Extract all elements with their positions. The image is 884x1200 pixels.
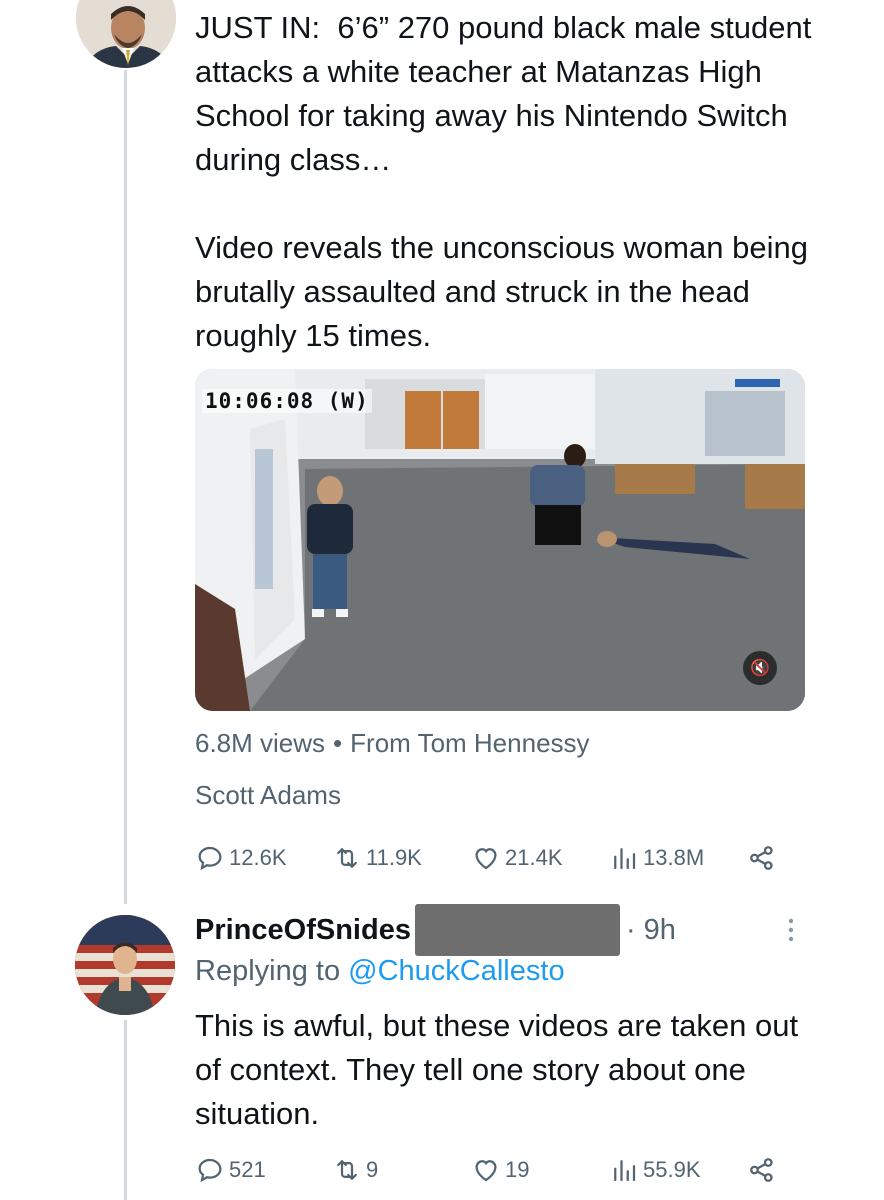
reply-analytics-button[interactable]: 55.9K — [609, 1150, 701, 1190]
reply-display-name[interactable]: PrinceOfSnides — [195, 914, 411, 947]
speaker-muted-icon[interactable]: 🔇 — [743, 651, 777, 685]
view-count: 6.8M views — [195, 728, 326, 758]
reply-author-avatar[interactable] — [75, 915, 175, 1015]
tweet-thread: JUST IN: 6’6” 270 pound black male stude… — [0, 0, 884, 1200]
analytics-icon — [614, 848, 636, 870]
replying-to-label: Replying to — [195, 955, 341, 987]
comment-icon — [198, 846, 222, 871]
reply-like-button[interactable]: 19 — [471, 1150, 529, 1190]
views-line: 6.8M views • From Tom Hennessy — [195, 728, 590, 759]
reply-reply-count: 521 — [229, 1157, 266, 1182]
video-frame — [195, 369, 805, 711]
comment-icon — [198, 1158, 222, 1183]
share-icon — [750, 1158, 773, 1182]
reply-retweet-count: 9 — [366, 1157, 379, 1182]
video-player[interactable]: 10:06:08 (W) 🔇 — [195, 369, 805, 711]
tweet-text: JUST IN: 6’6” 270 pound black male stude… — [195, 10, 812, 353]
reply-reply-button[interactable]: 521 — [195, 1150, 266, 1190]
redacted-handle — [414, 904, 620, 956]
share-button[interactable] — [747, 838, 777, 878]
tweet-actions: 12.6K 11.9K 21.4K 13.8M — [195, 838, 795, 878]
retweet-icon — [337, 1160, 357, 1180]
video-timestamp: 10:06:08 (W) — [202, 389, 372, 413]
quoted-author[interactable]: Scott Adams — [195, 780, 341, 811]
replying-to-handle[interactable]: @ChuckCallesto — [348, 955, 564, 987]
video-source-link[interactable]: From Tom Hennessy — [350, 728, 589, 758]
reply-header: PrinceOfSnides · 9h — [195, 904, 676, 956]
reply-count: 12.6K — [229, 845, 287, 870]
reply-text: This is awful, but these videos are take… — [195, 1008, 807, 1131]
like-button[interactable]: 21.4K — [471, 838, 563, 878]
thread-connector-line-bottom — [124, 1020, 127, 1200]
reply-actions: 521 9 19 55.9K — [195, 1150, 795, 1190]
reply-button[interactable]: 12.6K — [195, 838, 287, 878]
like-count: 21.4K — [505, 845, 563, 870]
view-stat-count: 13.8M — [643, 845, 705, 870]
heart-icon — [475, 848, 497, 870]
share-icon — [750, 846, 773, 870]
replying-to-line: Replying to @ChuckCallesto — [195, 955, 565, 988]
retweet-button[interactable]: 11.9K — [332, 838, 422, 878]
analytics-button[interactable]: 13.8M — [609, 838, 704, 878]
reply-view-count: 55.9K — [643, 1157, 701, 1182]
heart-icon — [475, 1160, 497, 1182]
reply-timestamp[interactable]: · 9h — [626, 914, 676, 947]
separator-dot: • — [333, 728, 343, 758]
reply-share-button[interactable] — [747, 1150, 777, 1190]
reply-retweet-button[interactable]: 9 — [332, 1150, 378, 1190]
author-avatar[interactable] — [76, 0, 176, 68]
more-icon[interactable] — [781, 914, 801, 946]
analytics-icon — [614, 1160, 636, 1182]
retweet-icon — [337, 848, 357, 868]
thread-connector-line — [124, 70, 127, 904]
retweet-count: 11.9K — [366, 845, 422, 870]
reply-like-count: 19 — [505, 1157, 530, 1182]
